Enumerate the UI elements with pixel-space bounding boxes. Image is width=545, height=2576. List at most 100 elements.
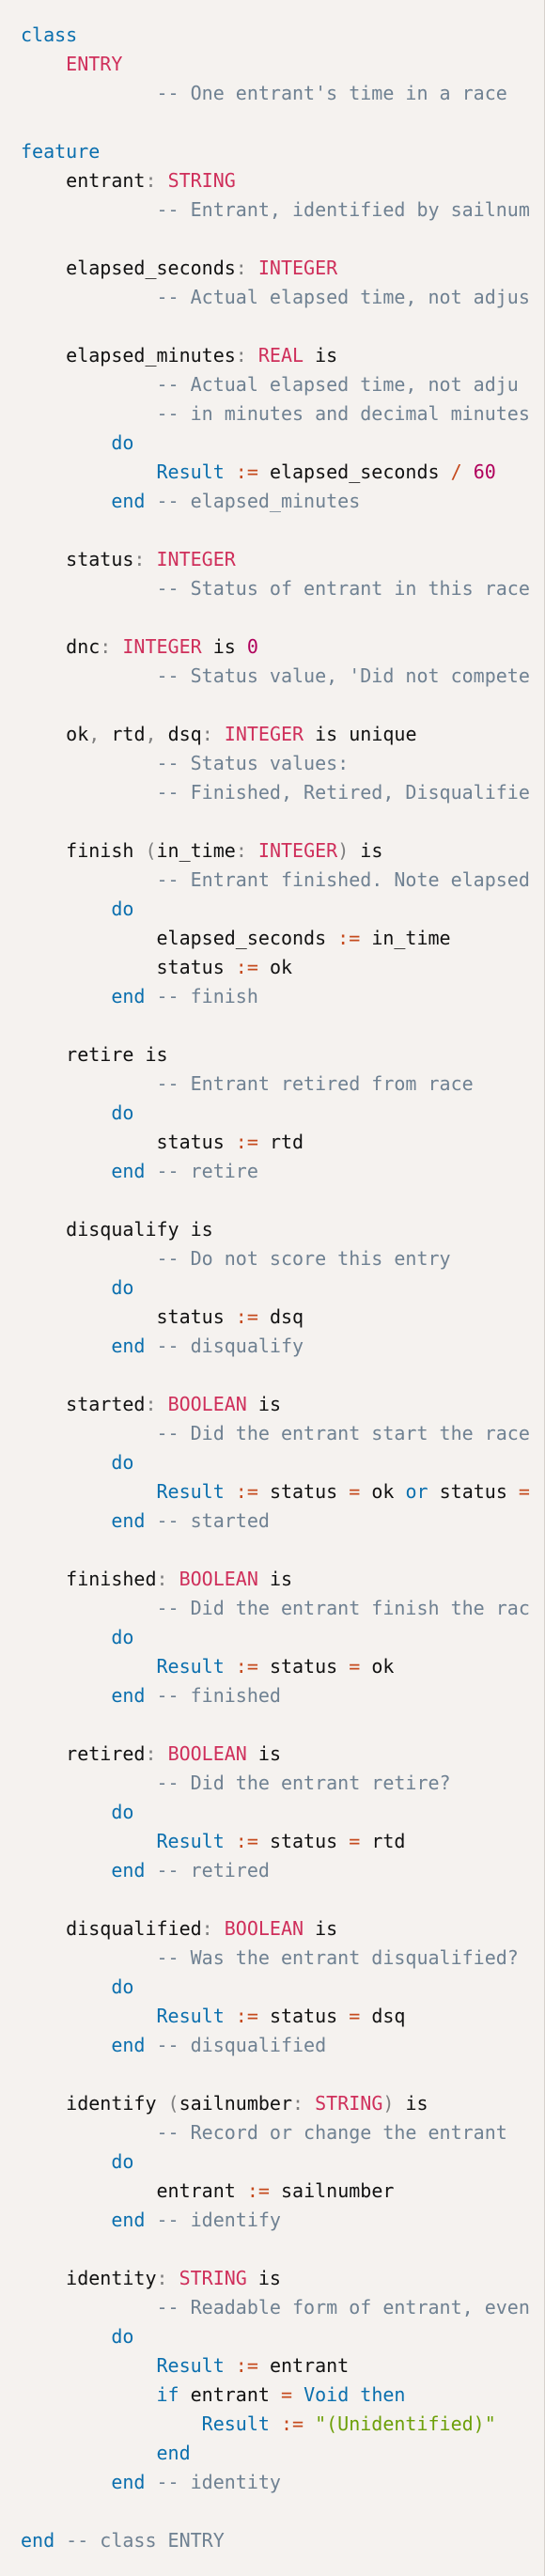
code-token-ws (394, 2092, 405, 2115)
code-token-ws (337, 1655, 349, 1678)
code-token-ws (21, 839, 66, 862)
code-token-pu: : (156, 1568, 179, 1590)
code-token-ws (21, 257, 66, 279)
code-line: status: INTEGER (21, 545, 530, 574)
code-token-pu: : (292, 2092, 316, 2115)
code-token-ws (21, 1801, 111, 1823)
code-token-ws (21, 2121, 157, 2144)
code-token-ws (428, 1480, 440, 1503)
code-token-id: entrant (66, 169, 146, 192)
code-token-ws (247, 2267, 258, 2289)
code-token-ws (258, 2354, 270, 2377)
code-line: end -- started (21, 1507, 530, 1536)
code-token-id: retired (66, 1742, 146, 1765)
code-line: ENTRY (21, 50, 530, 79)
code-token-cm: -- Status of entrant in this race (156, 577, 530, 600)
code-token-ws (337, 1830, 349, 1852)
code-line: Result := status = ok or status = (21, 1477, 530, 1507)
code-token-id: is (257, 1393, 281, 1415)
code-line: finish (in_time: INTEGER) is (21, 836, 530, 866)
code-token-cm: -- disqualified (156, 2034, 327, 2056)
code-token-kw: Result (156, 2354, 225, 2377)
code-token-cm: -- retire (156, 1160, 258, 1182)
code-token-ws (21, 1975, 111, 1998)
code-token-id: rtd (111, 723, 146, 745)
code-token-type: STRING (167, 169, 236, 192)
code-line: identity: STRING is (21, 2264, 530, 2293)
code-token-op: = (349, 1830, 361, 1852)
code-token-id: disqualify is (66, 1218, 213, 1241)
code-token-ws (21, 53, 66, 75)
code-line: Result := status = ok (21, 1652, 530, 1681)
code-token-cm: -- Status values: (156, 752, 350, 774)
code-line: finished: BOOLEAN is (21, 1565, 530, 1594)
code-token-op: := (235, 1830, 258, 1852)
code-token-id: status (269, 2005, 338, 2027)
code-token-ws (360, 927, 371, 949)
code-token-ws (21, 2412, 202, 2435)
code-token-type: ENTRY (66, 53, 123, 75)
code-token-num: 60 (473, 461, 496, 483)
code-token-type: REAL (257, 344, 304, 367)
code-line: end -- class ENTRY (21, 2526, 530, 2555)
code-token-id: status (156, 1131, 225, 1153)
code-line: -- Actual elapsed time, not adjus (21, 283, 530, 312)
code-token-ws (258, 2005, 270, 2027)
code-token-type: INTEGER (257, 839, 338, 862)
code-token-ws (145, 1509, 156, 1532)
code-line: -- Readable form of entrant, even (21, 2293, 530, 2322)
code-token-ws (21, 781, 157, 804)
code-token-ws (247, 1742, 258, 1765)
code-token-ws (21, 1509, 111, 1532)
code-token-type: STRING (179, 2267, 247, 2289)
code-token-cm: -- Was the entrant disqualified? (156, 1946, 519, 1969)
code-token-kw: do (111, 2150, 134, 2173)
code-token-ws (507, 1480, 519, 1503)
code-token-ws (21, 1859, 111, 1881)
code-token-cm: -- in minutes and decimal minutes (156, 402, 530, 425)
code-token-ws (21, 2471, 111, 2493)
code-token-kw: if (156, 2383, 179, 2406)
code-token-ws (270, 2179, 281, 2202)
code-token-ws (179, 2383, 191, 2406)
code-token-cm: -- Finished, Retired, Disqualifie (156, 781, 530, 804)
code-token-cm: -- identity (156, 2471, 281, 2493)
code-line: -- Entrant, identified by sailnum (21, 195, 530, 225)
code-token-kw: end (111, 1684, 146, 1707)
code-token-pu: : (235, 839, 258, 862)
code-token-ws (21, 548, 66, 570)
code-token-str: "(Unidentified)" (315, 2412, 496, 2435)
code-token-kw: Result (201, 2412, 270, 2435)
code-token-ws (21, 1218, 66, 1241)
code-token-ws (462, 461, 474, 483)
code-token-ws (258, 461, 270, 483)
code-token-id: ok (66, 723, 89, 745)
code-token-ws (21, 286, 157, 308)
code-token-kw: Result (156, 1655, 225, 1678)
code-token-ws (225, 2005, 236, 2027)
code-token-ws (21, 577, 157, 600)
code-line: -- Did the entrant finish the rac (21, 1594, 530, 1623)
code-token-ws (21, 868, 157, 891)
code-token-id: is (315, 1917, 338, 1940)
code-token-ws (145, 2034, 156, 2056)
code-token-ws (258, 1568, 270, 1590)
code-token-id: elapsed_seconds (66, 257, 236, 279)
code-line: do (21, 1623, 530, 1652)
code-token-ws (202, 635, 213, 658)
code-token-id: status (269, 1655, 338, 1678)
code-token-kw: do (111, 898, 134, 920)
code-token-id: sailnumber (179, 2092, 293, 2115)
code-line: -- Do not score this entry (21, 1244, 530, 1273)
code-token-op: = (518, 1480, 530, 1503)
code-block: class ENTRY -- One entrant's time in a r… (21, 21, 530, 2555)
code-line: -- Finished, Retired, Disqualifie (21, 778, 530, 807)
code-line: disqualify is (21, 1215, 530, 1244)
code-token-kw: do (111, 2325, 134, 2348)
code-token-op: := (280, 2412, 304, 2435)
